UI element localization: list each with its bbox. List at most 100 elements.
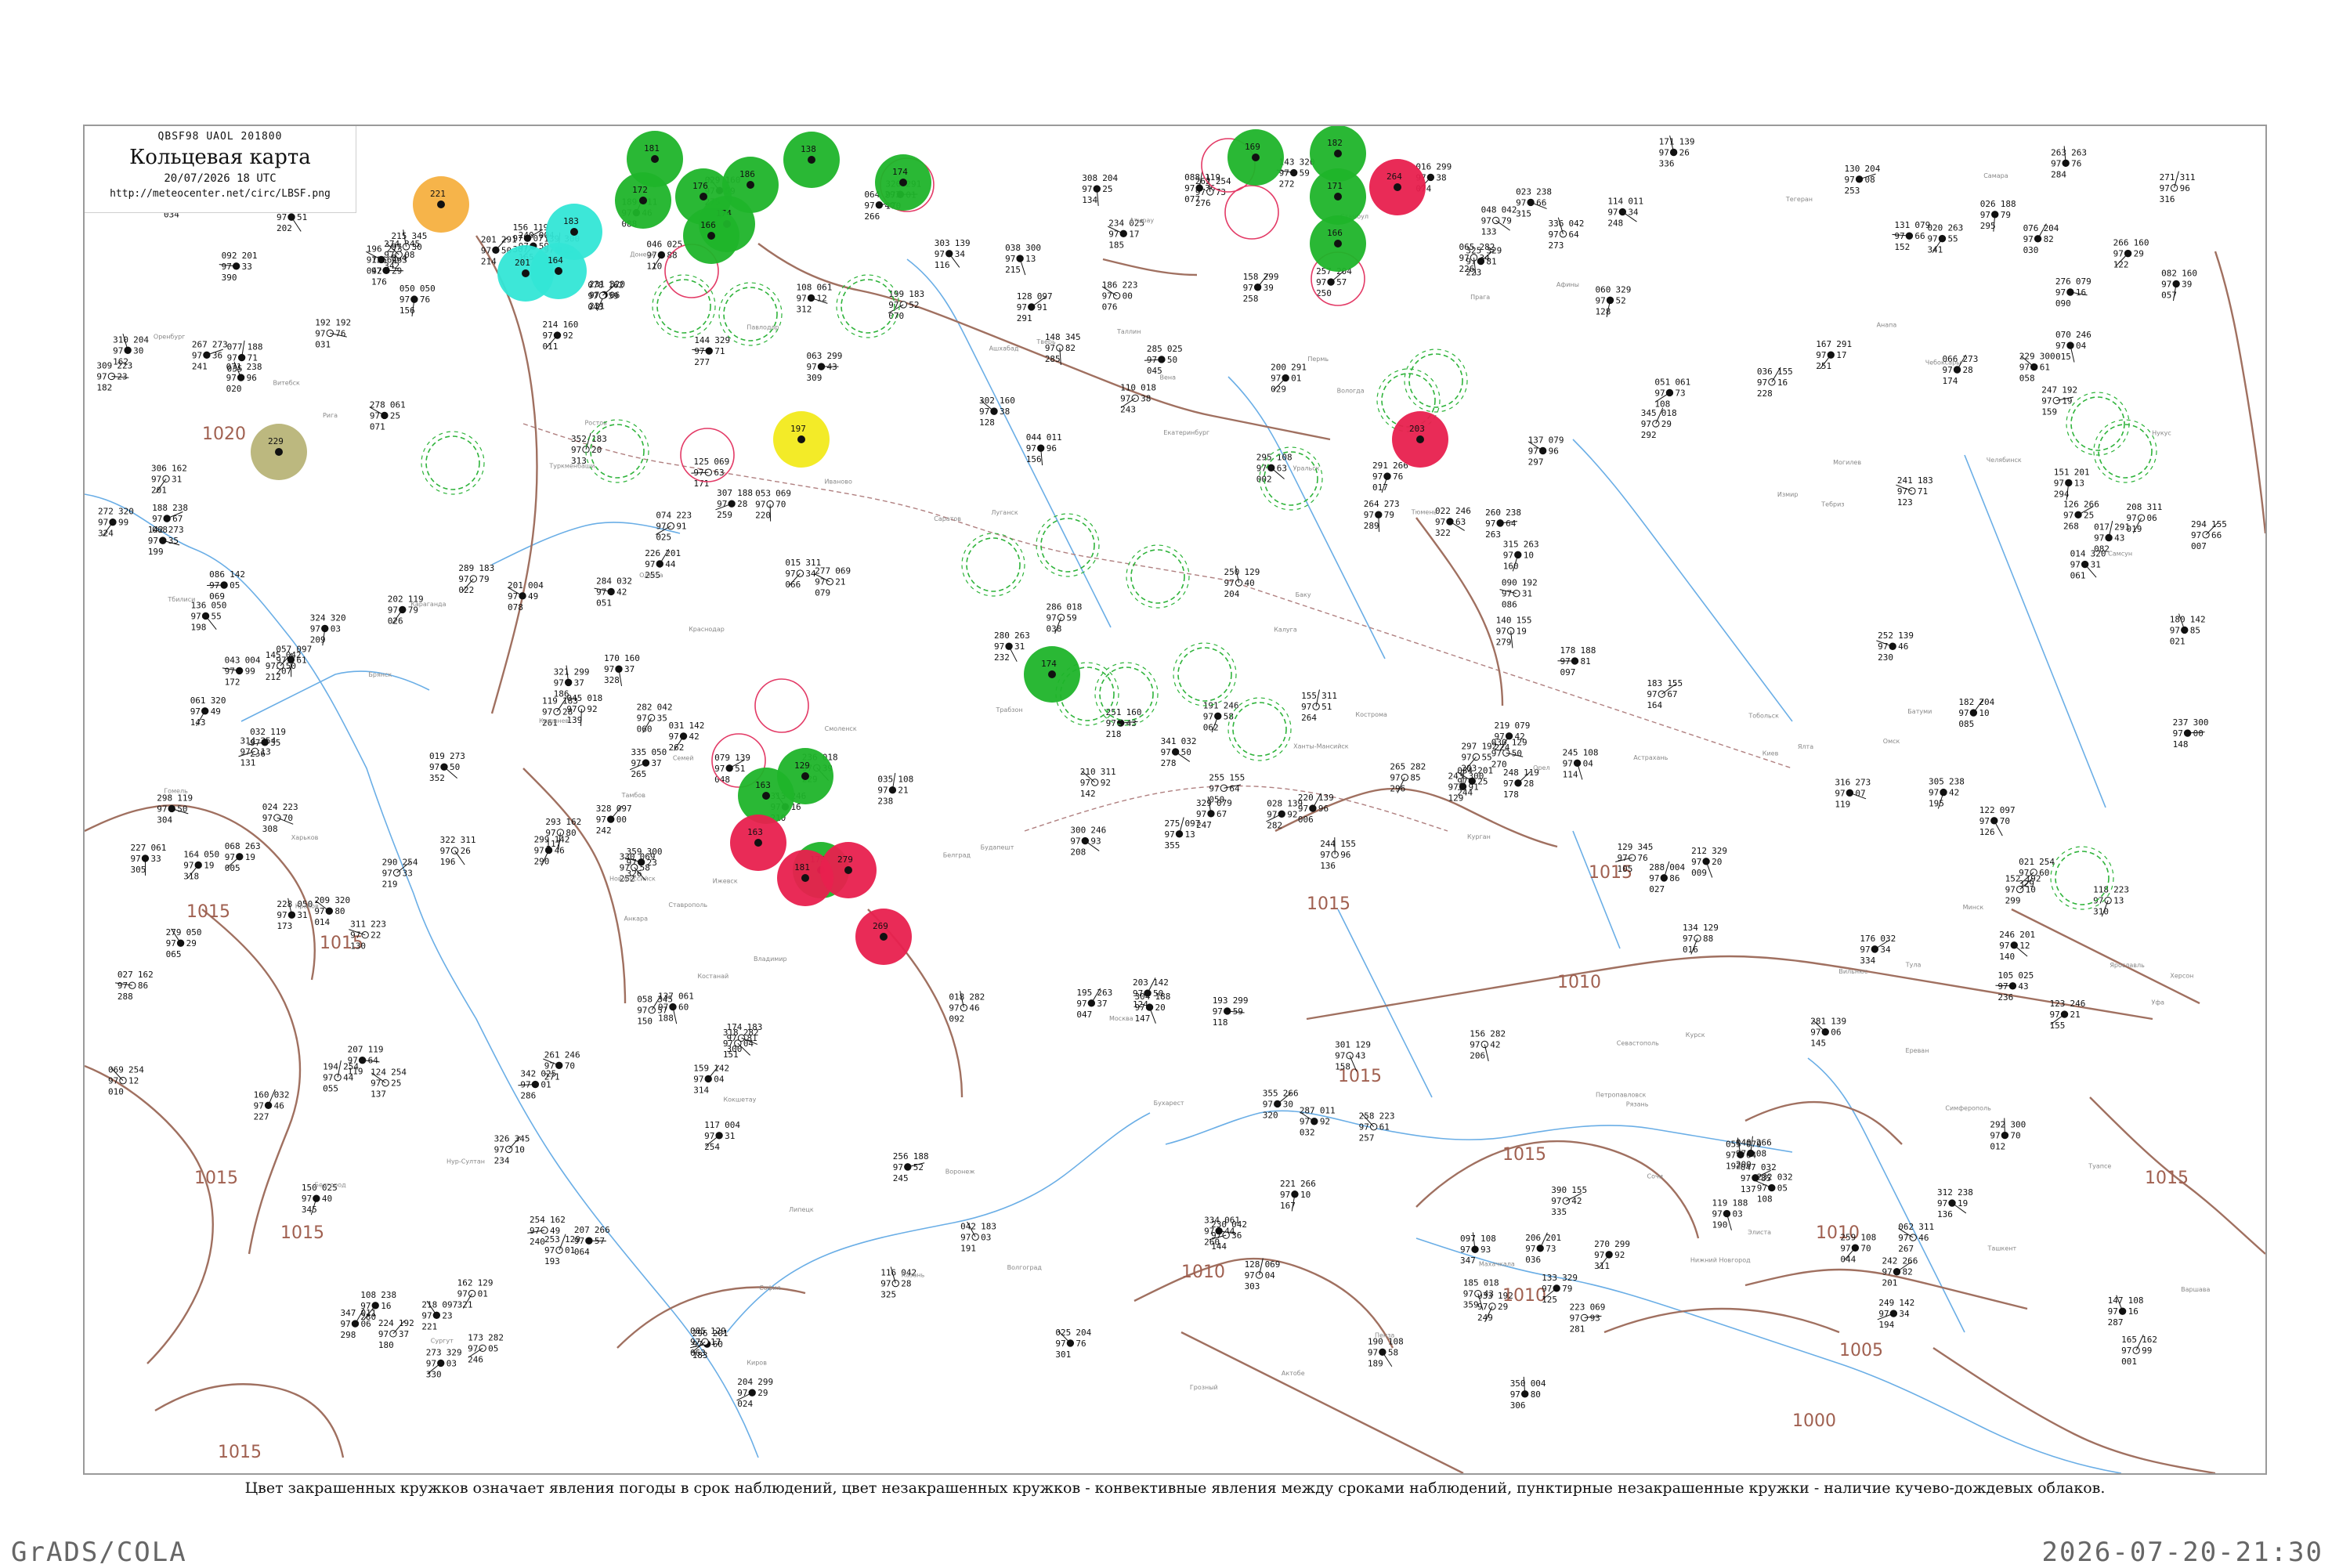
station-visibility: 136 [1937,1209,1953,1219]
station-tendency: 42 [689,732,700,742]
station-dewpoint: 97 [1503,550,1513,560]
station-dewpoint: 97 [378,1329,389,1339]
convective-ring [967,538,1020,591]
station-marker [1537,1245,1543,1252]
station-tendency: 01 [478,1289,488,1299]
station-dewpoint: 97 [2054,478,2064,488]
station-temperature: 301 [1335,1040,1350,1050]
station-temperature: 295 [1256,452,1272,462]
station-visibility: 140 [1999,952,2015,962]
station-dewpoint: 97 [797,293,807,303]
weather-circle-label: 229 [268,436,284,446]
station-visibility: 248 [1607,219,1623,229]
station-temperature: 312 [1937,1187,1953,1198]
station-pressure: 160 [563,320,579,330]
station-name: Будапешт [981,844,1014,851]
station-pressure: 061 [1675,377,1690,387]
station-pressure: 097 [2000,805,2016,815]
station-pressure: 254 [2039,857,2055,867]
station-name: Витебск [273,380,300,387]
station-temperature: 162 [457,1278,473,1288]
station-dewpoint: 97 [596,815,606,825]
station-dewpoint: 97 [785,569,795,579]
station-pressure: 254 [128,1065,144,1075]
weather-circle-label: 163 [755,780,771,790]
station-temperature: 167 [1816,339,1831,349]
station-temperature: 264 [1364,499,1379,509]
isobar-label: 1010 [1181,1263,1225,1282]
station-pressure: 192 [335,317,351,327]
station-pressure: 155 [1667,678,1683,688]
station-temperature: 290 [382,857,398,867]
station-name: Грозный [1190,1384,1218,1391]
station-tendency: 57 [1336,277,1347,287]
station-name: Тюмень [1411,508,1437,515]
station-temperature: 151 [2054,467,2070,477]
station-pressure: 254 [343,1062,359,1072]
station-name: Оренбург [154,334,185,341]
station-tendency: 70 [2000,816,2010,826]
station-marker [433,1312,439,1318]
station-temperature: 192 [315,317,331,327]
station-tendency: 64 [1568,229,1579,240]
station-name: Туапсе [2088,1162,2111,1169]
station-pressure: 320 [334,895,350,905]
station-temperature: 024 [262,802,278,812]
station-marker [1560,231,1566,237]
isobar-label: 1015 [194,1169,238,1188]
station-tendency: 31 [2091,560,2101,570]
station-marker [1871,946,1878,952]
station-temperature: 246 [1999,930,2015,940]
station-temperature: 242 [1882,1256,1897,1266]
station-pressure: 204 [1865,164,1881,174]
convective-ring [755,679,808,732]
station-visibility: 273 [1548,240,1564,251]
station-marker [1235,580,1242,586]
station-temperature: 061 [190,695,206,706]
station-temperature: 042 [960,1221,976,1231]
station-temperature: 359 [627,847,642,857]
station-temperature: 275 [1165,818,1180,829]
station-visibility: 215 [1005,265,1021,275]
station-dewpoint: 97 [1927,234,1937,244]
station-visibility: 086 [1502,600,1517,610]
station-name: Атырау [1130,217,1154,224]
station-tendency: 50 [450,762,460,772]
station-tendency: 43 [2018,981,2028,992]
station-dewpoint: 97 [1055,1339,1065,1349]
weather-circle-label: 129 [794,761,810,771]
station-name: Ставрополь [668,901,707,909]
station-tendency: 55 [1481,752,1491,762]
station-name: Махачкала [1479,1261,1515,1268]
station-visibility: 298 [340,1330,356,1340]
station-pressure: 238 [172,503,188,513]
station-tendency: 79 [1384,510,1394,520]
station-temperature: 299 [534,834,550,844]
station-visibility: 195 [1929,799,1944,809]
station-visibility: 322 [1435,528,1451,538]
station-temperature: 090 [1502,578,1517,588]
station-name: Пермь [1307,356,1329,363]
station-temperature: 322 [440,835,456,845]
station-temperature: 026 [1980,199,1996,209]
station-name: Донецк [630,251,655,258]
weather-circle-rain-green: 129 [777,748,833,804]
station-pressure: 050 [651,747,667,757]
station-dewpoint: 97 [1459,253,1470,263]
station-temperature: 038 [1005,243,1021,253]
station-dewpoint: 97 [530,1226,540,1236]
station-pressure: 223 [1123,280,1138,291]
station-tendency: 80 [1531,1389,1541,1400]
station-tendency: 70 [1860,1243,1871,1253]
station-visibility: 324 [98,529,114,539]
station-pressure: 079 [1549,435,1564,446]
station-pressure: 129 [1245,567,1260,577]
station-temperature: 128 [1017,291,1032,302]
station-temperature: 341 [1161,736,1177,746]
station-name: Москва [1109,1015,1133,1022]
station-temperature: 130 [1845,164,1860,174]
station-temperature: 201 [481,234,497,244]
station-dewpoint: 97 [2005,885,2016,895]
station-pressure: 300 [2040,352,2055,362]
station-dewpoint: 97 [157,804,167,814]
